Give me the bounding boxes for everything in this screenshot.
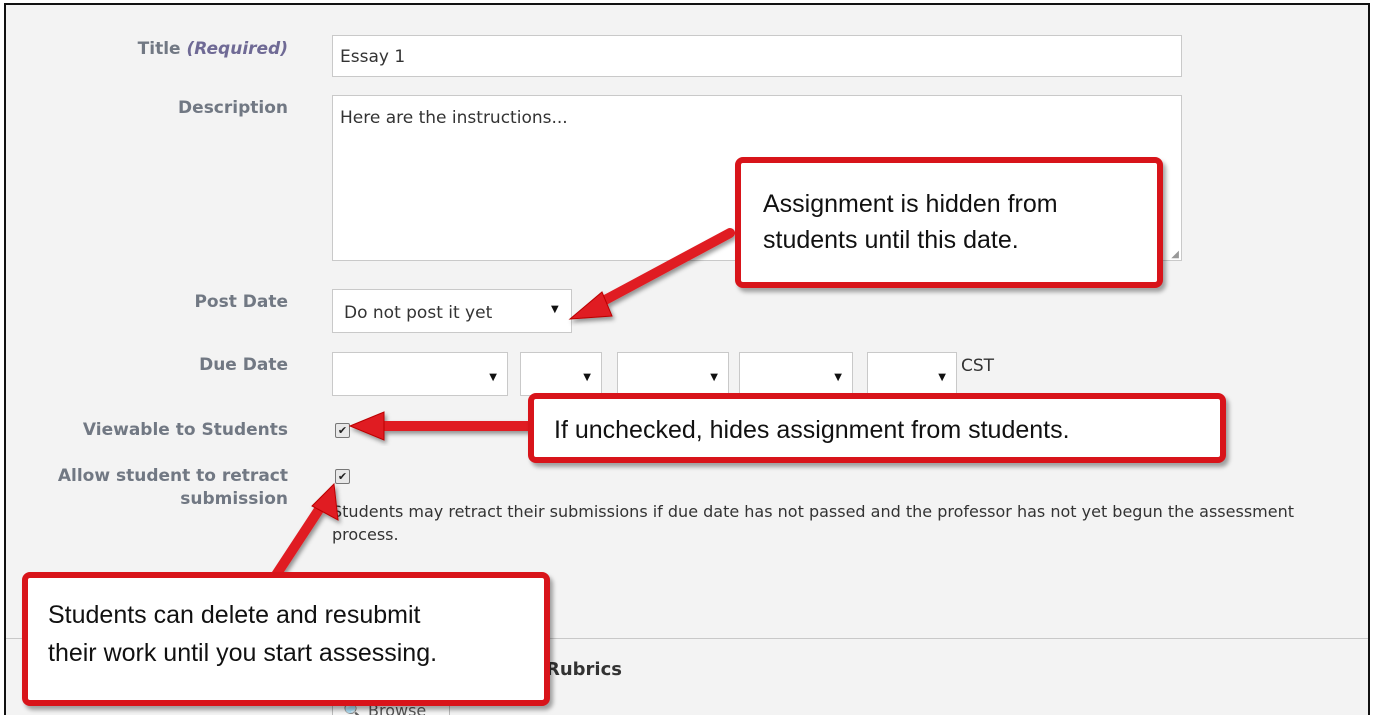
post-date-arrow [568, 228, 735, 320]
viewable-callout: If unchecked, hides assignment from stud… [528, 393, 1226, 463]
post-date-callout: Assignment is hidden from students until… [735, 157, 1163, 288]
viewable-arrow [348, 411, 533, 441]
callout-text: If unchecked, hides assignment from stud… [554, 416, 1070, 444]
callout-text: students until this date. [763, 226, 1019, 254]
retract-arrow [271, 482, 339, 580]
callout-text: Students can delete and resubmit [48, 601, 421, 629]
callout-text: their work until you start assessing. [48, 639, 438, 667]
retract-callout: Students can delete and resubmit their w… [22, 572, 550, 706]
callout-text: Assignment is hidden from [763, 190, 1058, 218]
